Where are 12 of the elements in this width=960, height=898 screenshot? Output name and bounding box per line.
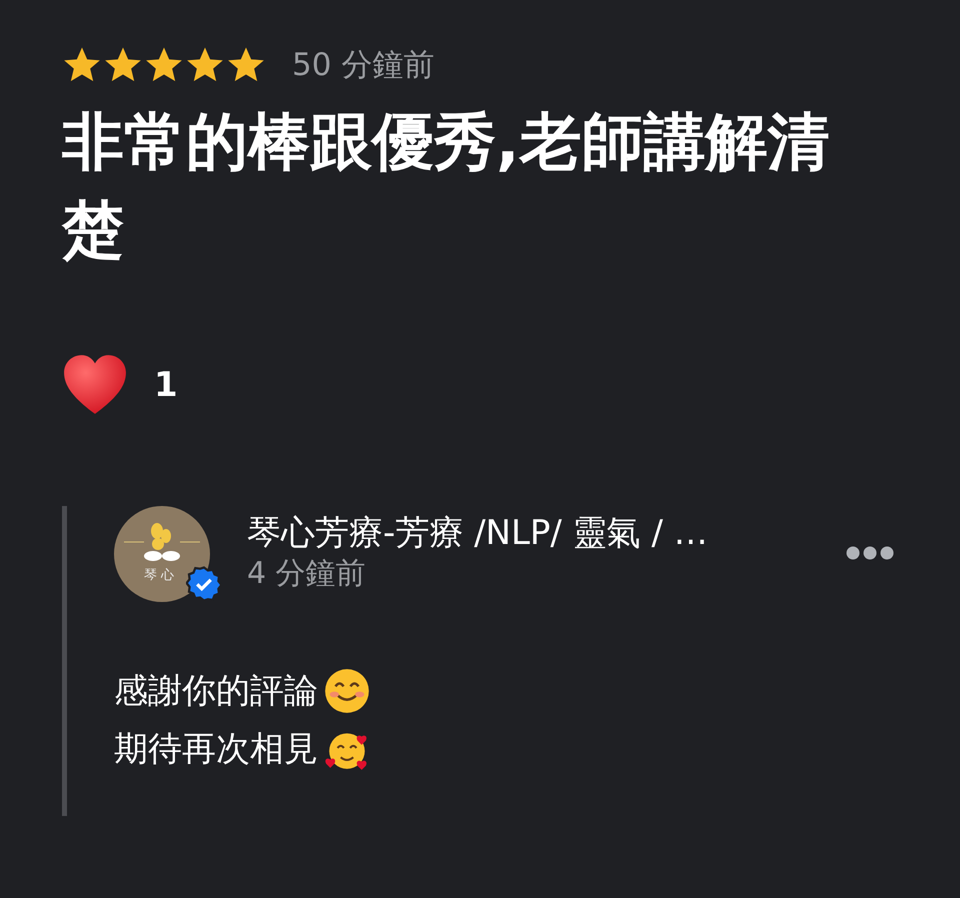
avatar-logo-icon (114, 506, 210, 602)
author-name[interactable]: 琴心芳療-芳療 /NLP/ 靈氣 / … (247, 512, 708, 554)
reply-text: 感謝你的評論 (114, 670, 318, 713)
heart-icon[interactable] (62, 354, 128, 416)
reply-text: 期待再次相見 (114, 728, 318, 771)
more-options-icon[interactable] (846, 546, 894, 560)
avatar-text: 琴 心 (144, 567, 174, 584)
reaction-count: 1 (154, 365, 178, 405)
smiling-face-icon (324, 668, 370, 714)
review-time: 50 分鐘前 (292, 46, 434, 85)
review-text: 非常的棒跟優秀,老師講解清楚 (62, 104, 831, 268)
reply-time: 4 分鐘前 (247, 555, 367, 593)
